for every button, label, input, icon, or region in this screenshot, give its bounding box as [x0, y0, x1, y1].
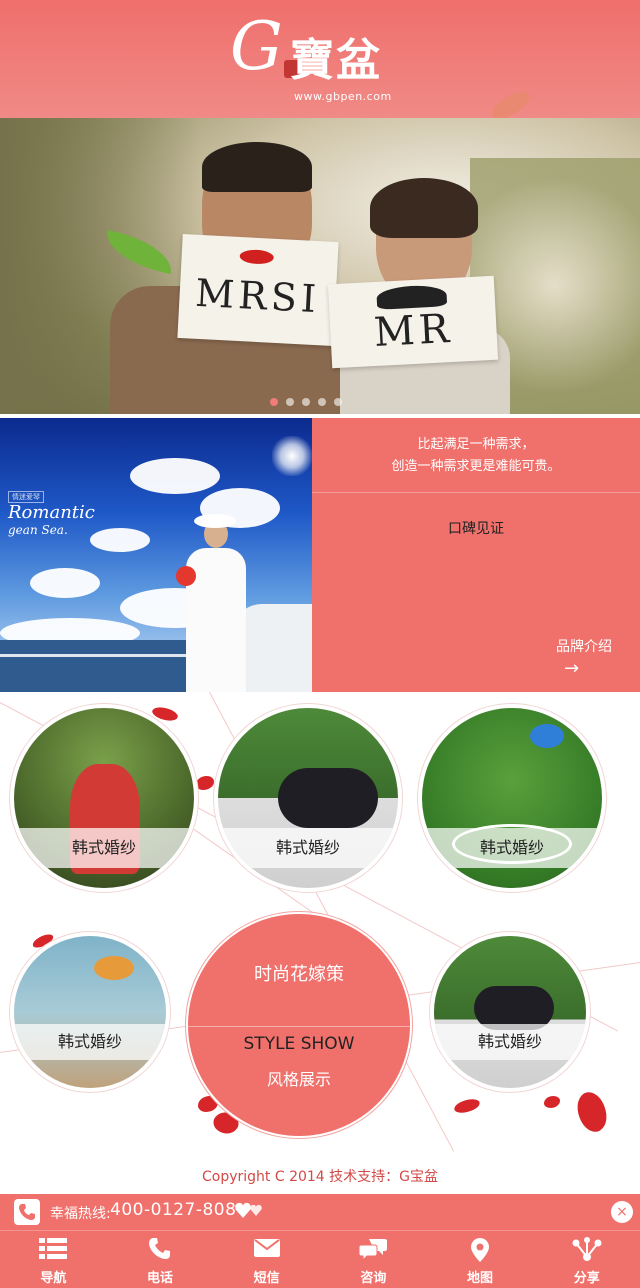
arrow-right-icon[interactable]: →: [564, 658, 579, 679]
hotline-label: 幸福热线:: [50, 1206, 111, 1222]
style-card-1[interactable]: 韩式婚纱: [14, 708, 194, 888]
quote-line-1: 比起满足一种需求，: [417, 437, 535, 452]
style-card-4[interactable]: 韩式婚纱: [14, 936, 166, 1088]
banner-sign-mrsi: MRSI: [177, 233, 339, 347]
nav-item-navigation[interactable]: 导航: [0, 1231, 107, 1288]
intro-text-panel: 比起满足一种需求， 创造一种需求更是难能可贵。 口碑见证 品牌介绍 →: [312, 418, 640, 692]
nav-item-consult[interactable]: 咨询: [320, 1231, 427, 1288]
photo-tag: 情迷爱琴: [8, 491, 44, 503]
petal-icon: [453, 1097, 481, 1115]
sun-glare: [272, 436, 312, 476]
logo-url: www.gbpen.com: [294, 90, 392, 103]
nav-item-label: 短信: [253, 1271, 280, 1286]
map-pin-icon: [471, 1238, 490, 1262]
style-card-image: [14, 936, 166, 1088]
nav-item-label: 咨询: [360, 1271, 387, 1286]
phone-icon[interactable]: [14, 1199, 40, 1225]
style-card-label: 韩式婚纱: [218, 828, 398, 868]
sign-left-text: MRSI: [194, 270, 322, 322]
slider-dot[interactable]: [286, 398, 294, 406]
style-show-title: 时尚花嫁策: [254, 964, 344, 985]
nav-item-label: 导航: [40, 1271, 67, 1286]
style-card-label: 韩式婚纱: [434, 1024, 586, 1060]
chat-icon: [359, 1239, 388, 1261]
photo-subtitle: gean Sea.: [8, 523, 68, 537]
petal-icon: [544, 1096, 560, 1108]
divider: [188, 1026, 410, 1027]
nav-item-label: 电话: [147, 1271, 174, 1286]
slider-dots: [270, 398, 342, 406]
style-show-cn: 风格展示: [266, 1070, 331, 1089]
intro-section: 情迷爱琴 Romantic gean Sea. 比起满足一种需求， 创造一种需求…: [0, 418, 640, 692]
nav-item-label: 分享: [573, 1271, 600, 1286]
envelope-icon: [253, 1239, 280, 1257]
nav-item-label: 地图: [467, 1271, 494, 1286]
hotline-number[interactable]: 400-0127-808: [110, 1200, 236, 1220]
divider: [312, 492, 640, 493]
brand-intro-link[interactable]: 品牌介绍: [556, 636, 612, 656]
style-card-2[interactable]: 韩式婚纱: [218, 708, 398, 888]
nav-item-phone[interactable]: 电话: [107, 1231, 214, 1288]
list-icon: [39, 1238, 68, 1259]
slider-dot[interactable]: [334, 398, 342, 406]
logo-text: 寶盆: [290, 35, 382, 86]
quote-line-2: 创造一种需求更是难能可贵。: [391, 459, 561, 474]
nav-item-share[interactable]: 分享: [533, 1231, 640, 1288]
photo-title: Romantic: [8, 502, 95, 523]
phone-icon: [149, 1238, 170, 1259]
testimonials-link[interactable]: 口碑见证: [312, 518, 640, 538]
style-card-3[interactable]: 韩式婚纱: [422, 708, 602, 888]
style-card-5[interactable]: 韩式婚纱: [434, 936, 586, 1088]
logo-letter: G: [230, 8, 283, 85]
slider-dot[interactable]: [318, 398, 326, 406]
style-card-label: 韩式婚纱: [422, 828, 602, 868]
intro-photo[interactable]: 情迷爱琴 Romantic gean Sea.: [0, 418, 312, 692]
site-header: G 寶盆 www.gbpen.com: [0, 0, 640, 124]
nav-item-sms[interactable]: 短信: [213, 1231, 320, 1288]
slider-dot[interactable]: [302, 398, 310, 406]
banner-sign-mr: MR: [327, 275, 499, 369]
copyright-text: Copyright C 2014 技术支持：G宝盆: [201, 1169, 438, 1185]
sign-right-text: MR: [372, 305, 455, 357]
share-icon: [572, 1237, 602, 1261]
hearts-icon: [235, 1202, 262, 1218]
style-card-label: 韩式婚纱: [14, 1024, 166, 1060]
site-logo[interactable]: G 寶盆 www.gbpen.com: [228, 12, 418, 108]
intro-quote: 比起满足一种需求， 创造一种需求更是难能可贵。: [312, 434, 640, 478]
couple-figure: [278, 768, 378, 828]
balloons-icon: [530, 724, 564, 748]
hotline-bar[interactable]: 幸福热线: 400-0127-808 ×: [0, 1194, 640, 1230]
style-show-section: 韩式婚纱 韩式婚纱 韩式婚纱 韩式婚纱 韩式婚纱 时尚花嫁策 STYLE SHO…: [0, 692, 640, 1160]
hero-banner[interactable]: MRSI MR: [0, 118, 640, 414]
bride-figure: [186, 514, 246, 692]
petal-icon: [196, 776, 214, 790]
bottom-nav: 导航 电话 短信 咨询 地图 分享: [0, 1230, 640, 1288]
flower-crown-icon: [94, 956, 134, 980]
bouquet-icon: [176, 566, 196, 586]
style-show-en: STYLE SHOW: [243, 1034, 355, 1054]
photo-overlay-text: 情迷爱琴 Romantic gean Sea.: [8, 484, 95, 537]
style-show-center[interactable]: 时尚花嫁策 STYLE SHOW 风格展示: [188, 914, 410, 1136]
close-icon[interactable]: ×: [611, 1201, 633, 1223]
slider-dot[interactable]: [270, 398, 278, 406]
style-card-label: 韩式婚纱: [14, 828, 194, 868]
lips-icon: [239, 249, 275, 265]
petal-icon: [569, 1087, 615, 1137]
nav-item-map[interactable]: 地图: [427, 1231, 534, 1288]
